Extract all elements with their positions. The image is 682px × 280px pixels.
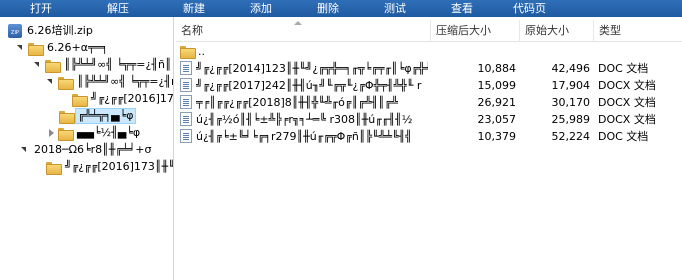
file-name: ú¿╢╔½ó║╢╘±╩╠╒r╗╕┴═╚ r308║╫ú╓╓╢╢½	[196, 113, 413, 126]
packed-size: 26,921	[477, 96, 517, 109]
expand-arrow-icon[interactable]	[46, 128, 56, 138]
tree-item-label: ╔╩╧╦╕▄╘φ	[74, 108, 137, 124]
tree-root[interactable]: 6.26培训.zip	[0, 23, 173, 39]
file-name: ú¿╢╔╘±╚╛╘╔╕r279║╫ú╓╔╦Φ╔ñ║╠╙╩╧╚╢╣	[196, 130, 412, 143]
tree-item-label: ╝╔¿╔╔[2016]173║╫╙╩═	[65, 160, 173, 173]
file-name: ╤╒║╔╔¿╔╔[2018]8║╫╢╬╙╩╓ó╔║╔╩╢║╔╩	[196, 96, 398, 109]
file-type: DOC 文档	[598, 62, 649, 75]
list-header: 名称 压缩后大小 原始大小 类型	[176, 20, 682, 42]
column-type[interactable]: 类型	[594, 20, 682, 42]
zip-archive-icon	[8, 24, 22, 38]
tree-item[interactable]: ╝╔¿╔╔[2016]173║╫╙╩═	[0, 159, 173, 175]
parent-folder-label: ..	[198, 45, 205, 58]
table-row[interactable]: ╝╔¿╔╔[2014]123║╫╙╝¿╔╦╬═╕╓╦╘╔╤╓║╘φ╔╬╛ 10,…	[176, 60, 682, 77]
collapse-arrow-icon[interactable]	[33, 60, 43, 70]
folder-icon	[58, 127, 74, 141]
tree-item[interactable]: 6.26+α╤═╕	[0, 40, 173, 56]
tree-item-label: ║╠╩╧╝∞╣ ╘╦╤=¿╢ñ║	[64, 58, 172, 71]
table-row[interactable]: ╝╔¿╔╔[2017]242║╫╢ú╖╝╙╔╦╙¿╔Φ╬╤╢╩╬╙ r 15,0…	[176, 77, 682, 94]
packed-size: 23,057	[477, 113, 517, 126]
folder-tree: 6.26培训.zip 6.26+α╤═╕ ║╠╩╧╝∞╣ ╘╦╤=¿╢ñ║ ║╠…	[0, 17, 174, 280]
collapse-arrow-icon[interactable]	[46, 77, 56, 87]
folder-icon	[180, 46, 196, 59]
tree-item-label: 6.26+α╤═╕	[47, 41, 108, 54]
extract-button[interactable]: 解压	[107, 0, 129, 17]
original-size: 25,989	[551, 113, 591, 126]
tree-item[interactable]: ║╠╩╧╝∞╣ ╘╦╤=¿╢ñ║	[0, 74, 174, 90]
codepage-button[interactable]: 代码页	[513, 0, 546, 17]
parent-folder-row[interactable]: ..	[176, 43, 682, 60]
document-icon	[180, 112, 192, 126]
new-button[interactable]: 新建	[183, 0, 205, 17]
packed-size: 10,884	[477, 62, 517, 75]
tree-item[interactable]: ▄▄╘½╢▄╘φ	[0, 125, 173, 141]
folder-icon	[28, 42, 44, 56]
packed-size: 15,099	[477, 79, 517, 92]
view-button[interactable]: 查看	[451, 0, 473, 17]
original-size: 52,224	[551, 130, 591, 143]
tree-item-label: ▄▄╘½╢▄╘φ	[77, 126, 141, 139]
column-name[interactable]: 名称	[176, 20, 431, 42]
file-name: ╝╔¿╔╔[2014]123║╫╙╝¿╔╦╬═╕╓╦╘╔╤╓║╘φ╔╬╛	[196, 62, 428, 75]
folder-icon	[45, 59, 61, 73]
delete-button[interactable]: 删除	[317, 0, 339, 17]
table-row[interactable]: ╤╒║╔╔¿╔╔[2018]8║╫╢╬╙╩╓ó╔║╔╩╢║╔╩ 26,921 3…	[176, 94, 682, 111]
table-row[interactable]: ú¿╢╔½ó║╢╘±╩╠╒r╗╕┴═╚ r308║╫ú╓╓╢╢½ 23,057 …	[176, 111, 682, 128]
tree-item-selected[interactable]: ╔╩╧╦╕▄╘φ	[0, 108, 173, 124]
tree-item[interactable]: ╝╔¿╔╔[2016]173	[0, 91, 174, 107]
file-type: DOCX 文档	[598, 79, 656, 92]
tree-root-label: 6.26培训.zip	[27, 24, 93, 37]
file-list: 名称 压缩后大小 原始大小 类型 .. ╝╔¿╔╔[2014]123║╫╙╝¿╔…	[176, 17, 682, 280]
file-name: ╝╔¿╔╔[2017]242║╫╢ú╖╝╙╔╦╙¿╔Φ╬╤╢╩╬╙ r	[196, 79, 422, 92]
folder-icon	[58, 76, 74, 90]
test-button[interactable]: 测试	[384, 0, 406, 17]
collapse-arrow-icon[interactable]	[16, 43, 26, 53]
add-button[interactable]: 添加	[250, 0, 272, 17]
file-type: DOC 文档	[598, 130, 649, 143]
tree-item-label: 2018─Ω6╘r8║╫╔╧╛+σ	[34, 143, 152, 156]
packed-size: 10,379	[477, 130, 517, 143]
tree-item[interactable]: 2018─Ω6╘r8║╫╔╧╛+σ	[0, 142, 173, 158]
file-type: DOCX 文档	[598, 113, 656, 126]
table-row[interactable]: ú¿╢╔╘±╚╛╘╔╕r279║╫ú╓╔╦Φ╔ñ║╠╙╩╧╚╢╣ 10,379 …	[176, 128, 682, 145]
document-icon	[180, 78, 192, 92]
column-original-size[interactable]: 原始大小	[520, 20, 594, 42]
document-icon	[180, 95, 192, 109]
folder-icon	[72, 93, 88, 107]
original-size: 42,496	[551, 62, 591, 75]
original-size: 30,170	[551, 96, 591, 109]
toolbar: 打开 解压 新建 添加 删除 测试 查看 代码页	[0, 0, 682, 17]
file-type: DOCX 文档	[598, 96, 656, 109]
original-size: 17,904	[551, 79, 591, 92]
column-packed-size[interactable]: 压缩后大小	[431, 20, 520, 42]
folder-icon	[59, 110, 75, 124]
collapse-arrow-icon[interactable]	[20, 145, 30, 155]
document-icon	[180, 61, 192, 75]
document-icon	[180, 129, 192, 143]
open-button[interactable]: 打开	[30, 0, 52, 17]
tree-item-label: ║╠╩╧╝∞╣ ╘╦╤=¿╢ñ║	[77, 75, 174, 88]
tree-item[interactable]: ║╠╩╧╝∞╣ ╘╦╤=¿╢ñ║	[0, 57, 173, 73]
folder-icon	[46, 161, 62, 175]
tree-item-label: ╝╔¿╔╔[2016]173	[91, 92, 174, 105]
